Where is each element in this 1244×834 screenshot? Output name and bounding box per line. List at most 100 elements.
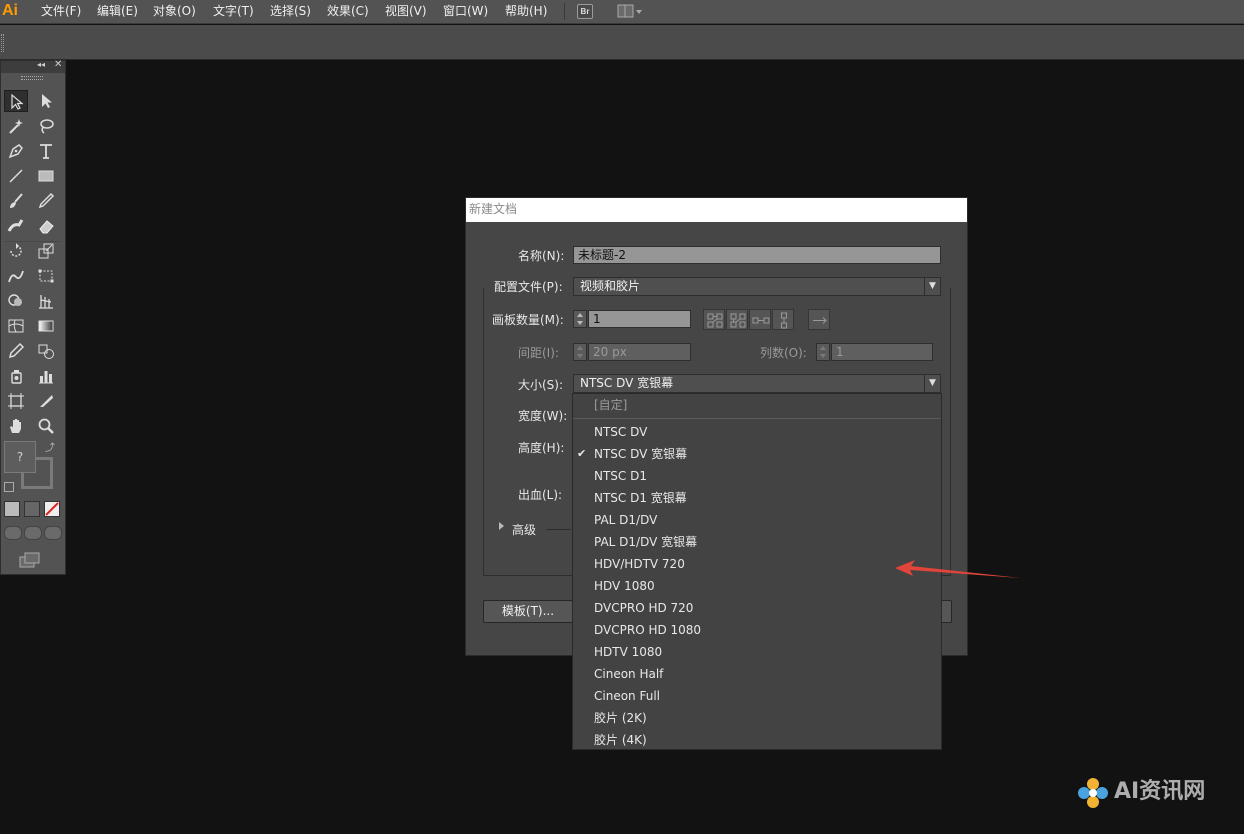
shape-builder-tool[interactable] bbox=[4, 290, 28, 312]
size-option[interactable]: 胶片 (2K) bbox=[573, 707, 941, 729]
symbol-sprayer-tool[interactable] bbox=[4, 365, 28, 387]
hand-tool[interactable] bbox=[4, 415, 28, 437]
direct-selection-tool[interactable] bbox=[34, 90, 58, 112]
arrange-by-column-icon bbox=[781, 312, 787, 329]
arrange-by-row-button[interactable] bbox=[749, 309, 771, 330]
size-option[interactable]: DVCPRO HD 1080 bbox=[573, 619, 941, 641]
draw-inside-button[interactable] bbox=[44, 526, 62, 540]
size-option[interactable]: PAL D1/DV 宽银幕 bbox=[573, 531, 941, 553]
menu-edit[interactable]: 编辑(E) bbox=[97, 0, 138, 23]
blend-tool[interactable] bbox=[34, 340, 58, 362]
pencil-icon bbox=[38, 192, 55, 209]
slice-tool[interactable] bbox=[34, 390, 58, 412]
size-option[interactable]: Cineon Half bbox=[573, 663, 941, 685]
menu-window[interactable]: 窗口(W) bbox=[443, 0, 488, 23]
watermark: AI资讯网 bbox=[1074, 773, 1224, 813]
none-mode-button[interactable] bbox=[44, 501, 60, 517]
rotate-tool[interactable] bbox=[4, 240, 28, 262]
menu-object[interactable]: 对象(O) bbox=[153, 0, 196, 23]
perspective-grid-tool[interactable] bbox=[34, 290, 58, 312]
eyedropper-tool[interactable] bbox=[4, 340, 28, 362]
size-option[interactable]: Cineon Full bbox=[573, 685, 941, 707]
zoom-icon bbox=[38, 418, 54, 434]
selection-tool[interactable] bbox=[4, 90, 28, 112]
tools-grip[interactable] bbox=[21, 76, 43, 80]
menu-help[interactable]: 帮助(H) bbox=[505, 0, 547, 23]
swap-fill-stroke-icon[interactable]: ⤴ bbox=[45, 439, 55, 454]
chevron-down-icon: ▼ bbox=[924, 278, 940, 295]
type-tool[interactable] bbox=[34, 140, 58, 162]
mesh-tool[interactable] bbox=[4, 315, 28, 337]
arrange-by-row-icon bbox=[752, 317, 770, 324]
size-label: 大小(S): bbox=[518, 378, 564, 392]
artboards-stepper[interactable] bbox=[573, 310, 587, 328]
warp-tool[interactable] bbox=[4, 265, 28, 287]
spacing-field: 20 px bbox=[588, 343, 691, 361]
rectangle-tool[interactable] bbox=[34, 165, 58, 187]
menu-type[interactable]: 文字(T) bbox=[213, 0, 254, 23]
pen-tool[interactable] bbox=[4, 140, 28, 162]
menu-file[interactable]: 文件(F) bbox=[41, 0, 81, 23]
fill-swatch[interactable]: ? bbox=[4, 441, 36, 473]
artboards-field[interactable]: 1 bbox=[588, 310, 691, 328]
arrange-documents-button[interactable] bbox=[617, 4, 645, 19]
eraser-tool[interactable] bbox=[34, 215, 58, 237]
control-bar-grip[interactable] bbox=[1, 34, 4, 52]
gradient-mode-button[interactable] bbox=[24, 501, 40, 517]
line-segment-tool[interactable] bbox=[4, 165, 28, 187]
gradient-tool[interactable] bbox=[34, 315, 58, 337]
size-option[interactable]: HDTV 1080 bbox=[573, 641, 941, 663]
menu-effect[interactable]: 效果(C) bbox=[327, 0, 369, 23]
grid-by-row-button[interactable] bbox=[703, 309, 725, 330]
size-option[interactable]: DVCPRO HD 720 bbox=[573, 597, 941, 619]
size-option[interactable]: 胶片 (4K) bbox=[573, 729, 941, 751]
columns-label: 列数(O): bbox=[760, 346, 807, 360]
symbol-sprayer-icon bbox=[11, 370, 22, 384]
size-option[interactable]: NTSC DV bbox=[573, 421, 941, 443]
color-mode-button[interactable] bbox=[4, 501, 20, 517]
draw-behind-button[interactable] bbox=[24, 526, 42, 540]
pencil-tool[interactable] bbox=[34, 190, 58, 212]
close-icon[interactable]: ✕ bbox=[54, 59, 62, 70]
layout-direction-button[interactable] bbox=[808, 309, 830, 330]
size-option[interactable]: NTSC D1 宽银幕 bbox=[573, 487, 941, 509]
free-transform-tool[interactable] bbox=[34, 265, 58, 287]
draw-normal-button[interactable] bbox=[4, 526, 22, 540]
arrange-by-column-button[interactable] bbox=[772, 309, 794, 330]
columns-field: 1 bbox=[831, 343, 933, 361]
size-option[interactable]: NTSC D1 bbox=[573, 465, 941, 487]
advanced-label[interactable]: 高级 bbox=[512, 521, 536, 538]
magic-wand-tool[interactable] bbox=[4, 115, 28, 137]
scale-tool[interactable] bbox=[34, 240, 58, 262]
size-option[interactable]: PAL D1/DV bbox=[573, 509, 941, 531]
grid-by-column-button[interactable] bbox=[726, 309, 748, 330]
column-graph-tool[interactable] bbox=[34, 365, 58, 387]
arrange-documents-icon bbox=[617, 4, 642, 18]
profile-dropdown[interactable]: 视频和胶片 ▼ bbox=[573, 277, 941, 296]
bridge-button[interactable]: Br bbox=[577, 4, 593, 19]
screen-mode-button[interactable] bbox=[19, 552, 41, 568]
menu-select[interactable]: 选择(S) bbox=[270, 0, 311, 23]
tools-panel-header[interactable]: ◂◂ ✕ bbox=[1, 59, 65, 73]
paintbrush-tool[interactable] bbox=[4, 190, 28, 212]
blob-brush-icon bbox=[7, 219, 24, 232]
size-option-custom[interactable]: [自定] bbox=[573, 394, 941, 416]
artboard-tool[interactable] bbox=[4, 390, 28, 412]
dialog-title: 新建文档 bbox=[466, 198, 967, 222]
blob-brush-tool[interactable] bbox=[4, 215, 28, 237]
size-option[interactable]: HDV 1080 bbox=[573, 575, 941, 597]
height-label: 高度(H): bbox=[518, 441, 565, 455]
name-field[interactable]: 未标题-2 bbox=[573, 246, 941, 264]
lasso-tool[interactable] bbox=[34, 115, 58, 137]
column-graph-icon bbox=[39, 371, 53, 384]
size-option[interactable]: HDV/HDTV 720 bbox=[573, 553, 941, 575]
size-dropdown[interactable]: NTSC DV 宽银幕 ▼ bbox=[573, 374, 941, 393]
templates-button[interactable]: 模板(T)... bbox=[483, 600, 573, 623]
collapse-icon[interactable]: ◂◂ bbox=[37, 60, 45, 69]
default-colors-icon[interactable] bbox=[4, 482, 14, 492]
size-option-selected[interactable]: ✔ NTSC DV 宽银幕 bbox=[573, 443, 941, 465]
menu-view[interactable]: 视图(V) bbox=[385, 0, 427, 23]
advanced-expand-icon[interactable] bbox=[499, 522, 504, 530]
zoom-tool[interactable] bbox=[34, 415, 58, 437]
lasso-icon bbox=[40, 119, 54, 134]
